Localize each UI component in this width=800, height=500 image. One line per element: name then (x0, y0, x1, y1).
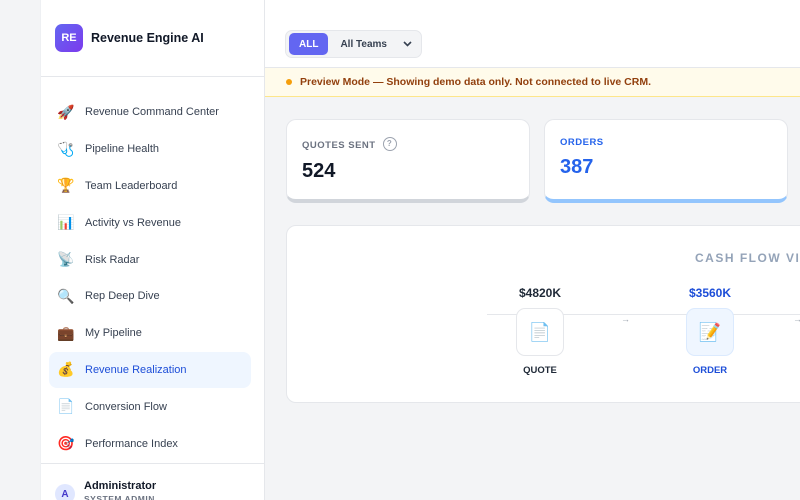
sidebar-item-label: Team Leaderboard (85, 179, 178, 192)
team-select[interactable]: All Teams (328, 33, 418, 55)
flow-stage-quote: $4820K 📄 QUOTE (500, 286, 580, 376)
sidebar: RE Revenue Engine AI 🚀 Revenue Command C… (40, 0, 265, 500)
flow-stage-order: $3560K 📝 ORDER (670, 286, 750, 376)
trophy-icon: 🏆 (57, 177, 75, 194)
banner-text: Preview Mode — Showing demo data only. N… (300, 76, 652, 88)
sidebar-nav: 🚀 Revenue Command Center 🩺 Pipeline Heal… (41, 77, 264, 462)
brand-name: Revenue Engine AI (91, 31, 204, 45)
flow-arrow-icon: → (621, 314, 630, 324)
avatar: A (55, 484, 75, 500)
bar-chart-icon: 📊 (57, 214, 75, 231)
quotes-sent-card: QUOTES SENT ? 524 (286, 119, 530, 203)
magnifier-icon: 🔍 (57, 287, 75, 304)
team-select-value: All Teams (340, 38, 387, 50)
user-role: SYSTEM ADMIN (84, 494, 155, 500)
sidebar-item-activity-vs-revenue[interactable]: 📊 Activity vs Revenue (49, 204, 251, 241)
order-memo-icon: 📝 (686, 308, 734, 356)
all-filter-button[interactable]: ALL (289, 33, 329, 55)
target-icon: 🎯 (57, 435, 75, 452)
top-bar: ALL All Teams (265, 0, 800, 68)
flow-arrow-icon: → (793, 314, 800, 324)
stage-amount: $4820K (518, 286, 562, 300)
document-flow-icon: 📄 (57, 398, 75, 415)
money-bag-icon: 💰 (57, 361, 75, 378)
radar-icon: 📡 (57, 251, 75, 268)
quotes-sent-label: QUOTES SENT (302, 140, 376, 151)
brand[interactable]: RE Revenue Engine AI (41, 0, 264, 77)
sidebar-item-label: Conversion Flow (85, 400, 167, 413)
sidebar-item-revenue-realization[interactable]: 💰 Revenue Realization (49, 351, 251, 389)
cash-flow-title: CASH FLOW VIS (695, 251, 800, 265)
stage-amount: $3560K (688, 286, 732, 300)
sidebar-item-rep-deep-dive[interactable]: 🔍 Rep Deep Dive (49, 278, 251, 315)
sidebar-item-pipeline-health[interactable]: 🩺 Pipeline Health (49, 131, 251, 168)
orders-card: ORDERS 387 (544, 119, 788, 203)
sidebar-item-my-pipeline[interactable]: 💼 My Pipeline (49, 315, 251, 352)
chevron-down-icon (403, 39, 412, 50)
document-icon: 📄 (516, 308, 564, 356)
sidebar-item-revenue-command-center[interactable]: 🚀 Revenue Command Center (49, 94, 251, 131)
stage-name: QUOTE (523, 365, 557, 376)
sidebar-item-risk-radar[interactable]: 📡 Risk Radar (49, 241, 251, 278)
team-filter-group: ALL All Teams (285, 30, 422, 58)
user-name: Administrator (84, 480, 157, 492)
sidebar-item-label: Revenue Command Center (85, 106, 219, 119)
brand-logo: RE (55, 24, 83, 52)
warning-dot-icon (286, 79, 292, 85)
orders-label: ORDERS (560, 137, 604, 148)
sidebar-item-performance-index[interactable]: 🎯 Performance Index (49, 425, 251, 462)
sidebar-item-label: Activity vs Revenue (85, 216, 181, 229)
help-icon[interactable]: ? (382, 136, 397, 151)
sidebar-item-team-leaderboard[interactable]: 🏆 Team Leaderboard (49, 168, 251, 205)
sidebar-item-label: Performance Index (85, 437, 178, 450)
quotes-sent-value: 524 (302, 160, 336, 182)
cash-flow-card: CASH FLOW VIS $4820K 📄 QUOTE → $3560K 📝 … (286, 225, 800, 403)
sidebar-item-label: Risk Radar (85, 253, 140, 266)
stage-name: ORDER (692, 365, 728, 376)
user-profile[interactable]: A Administrator SYSTEM ADMIN (41, 463, 264, 500)
orders-value: 387 (560, 156, 594, 178)
user-info: Administrator SYSTEM ADMIN (84, 480, 156, 500)
pipeline-health-icon: 🩺 (57, 140, 75, 157)
preview-mode-banner: Preview Mode — Showing demo data only. N… (265, 68, 800, 97)
sidebar-item-label: Rep Deep Dive (85, 290, 160, 303)
stat-label: QUOTES SENT ? (302, 136, 397, 151)
sidebar-item-label: Pipeline Health (85, 143, 159, 156)
sidebar-item-label: My Pipeline (85, 327, 142, 340)
briefcase-icon: 💼 (57, 324, 75, 341)
sidebar-item-label: Revenue Realization (85, 363, 187, 376)
sidebar-item-conversion-flow[interactable]: 📄 Conversion Flow (49, 388, 251, 425)
rocket-icon: 🚀 (57, 103, 75, 120)
